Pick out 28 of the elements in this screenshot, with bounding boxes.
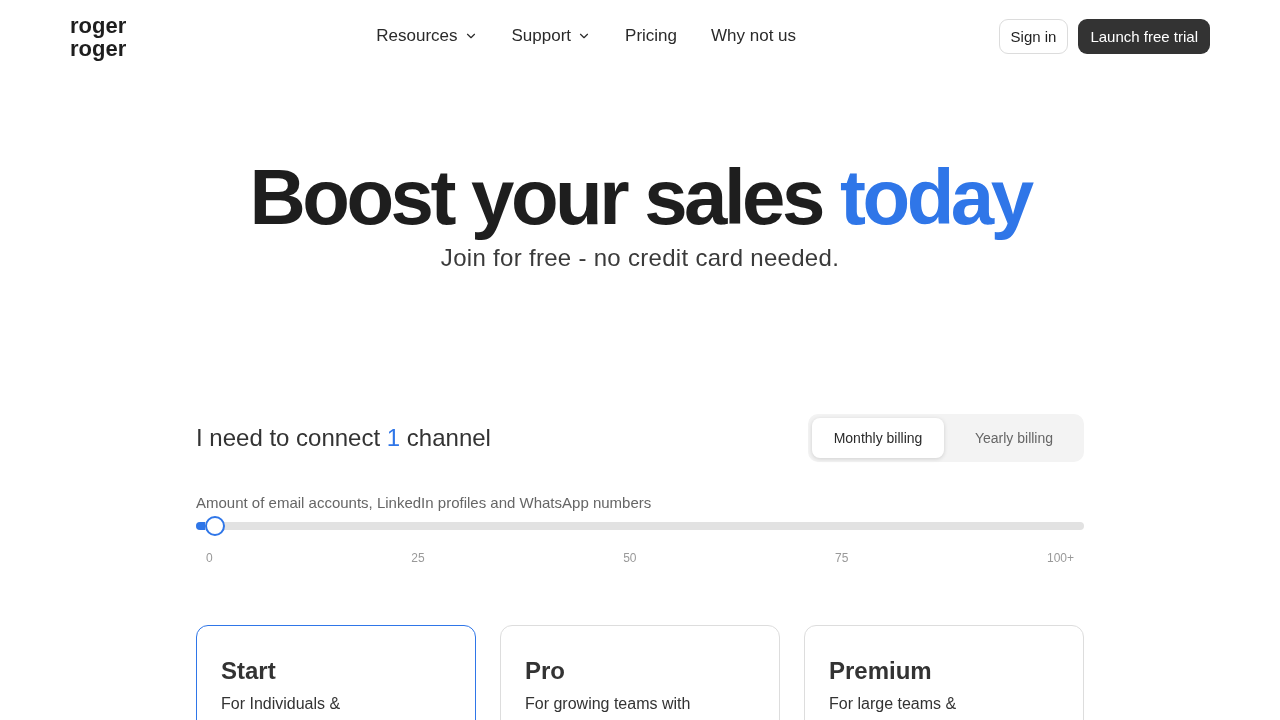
slider-tick-label: 75 xyxy=(835,551,849,565)
slider-label: Amount of email accounts, LinkedIn profiles and WhatsApp numbers xyxy=(196,494,653,511)
plan-description: For large teams & xyxy=(829,695,958,713)
plan-name: Pro xyxy=(525,657,566,685)
nav-link[interactable]: Pricing xyxy=(625,26,678,46)
plan-name: Start xyxy=(221,657,277,685)
plan-card[interactable]: Start For Individuals & xyxy=(196,625,476,720)
hero-title: Boost your sales today xyxy=(249,152,1031,242)
sign-in-button[interactable]: Sign in xyxy=(998,18,1069,54)
free-trial-button[interactable]: Launch free trial xyxy=(1078,18,1210,54)
nav-link[interactable]: Resources xyxy=(376,26,478,46)
plan-description: For growing teams with xyxy=(525,695,692,713)
logo[interactable]: roger roger xyxy=(70,13,127,60)
nav-link[interactable]: Support xyxy=(511,26,592,46)
slider-thumb[interactable] xyxy=(204,516,225,536)
slider-tick-label: 0 xyxy=(206,551,213,565)
plan-card[interactable]: Pro For growing teams with xyxy=(500,625,780,720)
channel-count-heading: I need to connect 1 channel xyxy=(196,424,491,452)
slider-tick-label: 25 xyxy=(411,551,425,565)
billing-option[interactable]: Yearly billing xyxy=(948,418,1080,458)
billing-option[interactable]: Monthly billing xyxy=(812,418,944,458)
slider-tick-label: 50 xyxy=(623,551,637,565)
plan-name: Premium xyxy=(829,657,933,685)
slider-tick-label: 100+ xyxy=(1046,551,1074,565)
hero-subtitle: Join for free - no credit card needed. xyxy=(440,244,840,272)
plan-description: For Individuals & xyxy=(221,695,342,713)
plan-card[interactable]: Premium For large teams & xyxy=(804,625,1084,720)
nav-link[interactable]: Why not us xyxy=(711,26,797,46)
